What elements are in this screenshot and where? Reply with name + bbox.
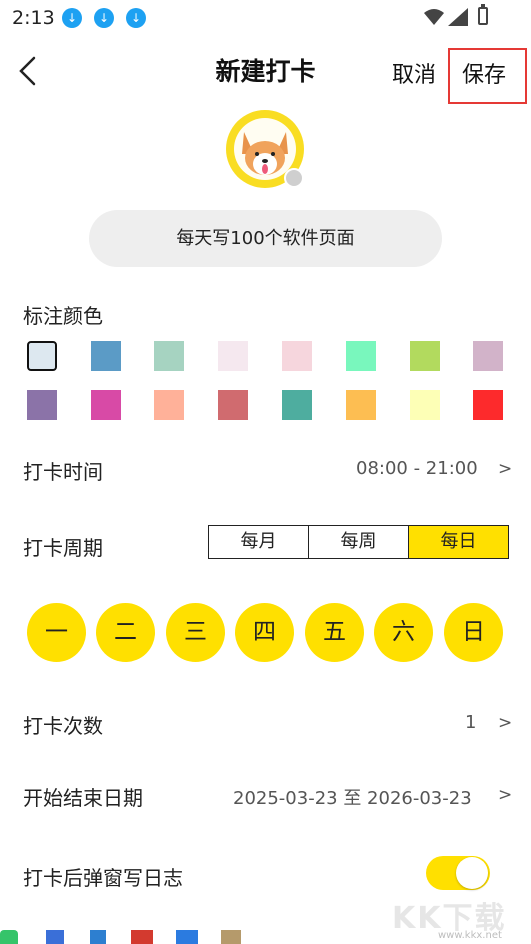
weekday-thu[interactable]: 四 [235, 603, 294, 662]
color-section-label: 标注颜色 [23, 304, 103, 328]
period-row-label: 打卡周期 [23, 536, 103, 560]
weekday-wed[interactable]: 三 [166, 603, 225, 662]
period-option-daily[interactable]: 每日 [408, 525, 509, 559]
diary-row-label: 打卡后弹窗写日志 [23, 866, 183, 890]
time-range-value[interactable]: 08:00 - 21:00 [356, 458, 478, 479]
color-swatch[interactable] [282, 341, 312, 371]
color-swatch[interactable] [473, 390, 503, 420]
app-icon [221, 930, 241, 944]
download-icon: ↓ [94, 8, 114, 28]
date-row-label: 开始结束日期 [23, 786, 143, 810]
color-swatch[interactable] [154, 341, 184, 371]
app-icon [176, 930, 198, 944]
date-range-value[interactable]: 2025-03-23 至 2026-03-23 [233, 784, 472, 810]
wifi-icon [424, 9, 444, 25]
camera-icon[interactable] [284, 168, 304, 188]
download-icon: ↓ [62, 8, 82, 28]
app-icon [131, 930, 153, 944]
color-swatch[interactable] [410, 390, 440, 420]
color-swatch[interactable] [27, 341, 57, 371]
color-swatch[interactable] [91, 341, 121, 371]
signal-icon [448, 8, 468, 26]
period-option-monthly[interactable]: 每月 [208, 525, 309, 559]
color-swatch[interactable] [346, 390, 376, 420]
weekday-sat[interactable]: 六 [374, 603, 433, 662]
chevron-right-icon[interactable]: > [498, 785, 512, 805]
color-swatch[interactable] [473, 341, 503, 371]
color-swatch[interactable] [154, 390, 184, 420]
weekday-fri[interactable]: 五 [305, 603, 364, 662]
period-option-weekly[interactable]: 每周 [308, 525, 409, 559]
color-swatch[interactable] [218, 341, 248, 371]
save-button[interactable]: 保存 [462, 57, 506, 89]
color-swatch[interactable] [282, 390, 312, 420]
app-icon [0, 930, 18, 944]
count-value[interactable]: 1 [465, 712, 476, 733]
watermark-url: www.kkx.net [438, 930, 502, 941]
weekday-mon[interactable]: 一 [27, 603, 86, 662]
color-swatch[interactable] [410, 341, 440, 371]
color-swatch[interactable] [91, 390, 121, 420]
color-swatch[interactable] [27, 390, 57, 420]
status-time: 2:13 [12, 7, 55, 29]
color-swatch[interactable] [218, 390, 248, 420]
notes-icon [90, 930, 106, 944]
download-icon: ↓ [126, 8, 146, 28]
toggle-knob[interactable] [456, 857, 488, 889]
count-row-label: 打卡次数 [23, 714, 103, 738]
habit-name-input[interactable]: 每天写100个软件页面 [89, 210, 442, 267]
time-row-label: 打卡时间 [23, 460, 103, 484]
battery-icon [478, 7, 488, 25]
status-bar: 2:13 ↓ ↓ ↓ [0, 0, 531, 36]
weekday-tue[interactable]: 二 [96, 603, 155, 662]
app-icon [46, 930, 64, 944]
chevron-right-icon[interactable]: > [498, 713, 512, 733]
cancel-button[interactable]: 取消 [392, 57, 436, 89]
weekday-sun[interactable]: 日 [444, 603, 503, 662]
color-swatch[interactable] [346, 341, 376, 371]
chevron-right-icon[interactable]: > [498, 459, 512, 479]
